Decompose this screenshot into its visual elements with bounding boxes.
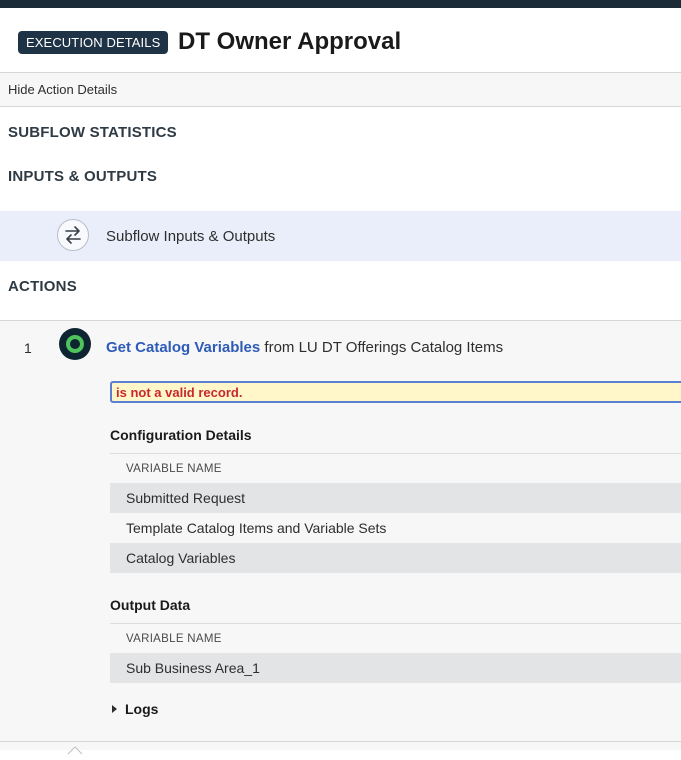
actions-heading: ACTIONS [8, 278, 77, 295]
error-message: is not a valid record. [116, 385, 243, 400]
configuration-details-table: VARIABLE NAME Submitted Request Template… [110, 453, 681, 573]
action-title: Get Catalog Variables from LU DT Offerin… [106, 339, 503, 356]
column-header-variable-name: VARIABLE NAME [110, 623, 681, 653]
table-row: Catalog Variables [110, 543, 681, 573]
top-bar [0, 0, 681, 8]
table-row: Sub Business Area_1 [110, 653, 681, 683]
error-message-box: is not a valid record. [110, 381, 681, 403]
action-details-panel: 1 Get Catalog Variables from LU DT Offer… [0, 320, 681, 755]
chevron-up-icon[interactable] [67, 742, 83, 755]
logs-toggle[interactable]: Logs [112, 701, 158, 717]
action-status-icon [59, 328, 91, 360]
hide-action-details-link[interactable]: Hide Action Details [8, 82, 117, 97]
page-title: DT Owner Approval [178, 28, 402, 55]
output-data-table: VARIABLE NAME Sub Business Area_1 [110, 623, 681, 683]
action-source-text: from LU DT Offerings Catalog Items [260, 339, 504, 356]
table-row: Submitted Request [110, 483, 681, 513]
action-index: 1 [24, 340, 32, 356]
inputs-outputs-heading[interactable]: INPUTS & OUTPUTS [8, 168, 157, 185]
table-row: Template Catalog Items and Variable Sets [126, 520, 387, 536]
divider [0, 741, 681, 742]
subflow-inputs-outputs-row[interactable]: Subflow Inputs & Outputs [0, 211, 681, 261]
column-header-variable-name: VARIABLE NAME [110, 453, 681, 483]
swap-arrows-icon [57, 219, 89, 251]
subflow-statistics-heading[interactable]: SUBFLOW STATISTICS [8, 124, 177, 141]
action-name-link[interactable]: Get Catalog Variables [106, 339, 260, 356]
caret-right-icon [112, 705, 117, 713]
execution-details-badge: EXECUTION DETAILS [18, 31, 169, 54]
configuration-details-heading: Configuration Details [110, 427, 252, 443]
page-header: EXECUTION DETAILS DT Owner Approval [0, 8, 681, 73]
hide-details-bar: Hide Action Details [0, 73, 681, 107]
logs-label: Logs [125, 701, 159, 717]
output-data-heading: Output Data [110, 597, 191, 613]
subflow-inputs-outputs-label: Subflow Inputs & Outputs [106, 228, 276, 245]
